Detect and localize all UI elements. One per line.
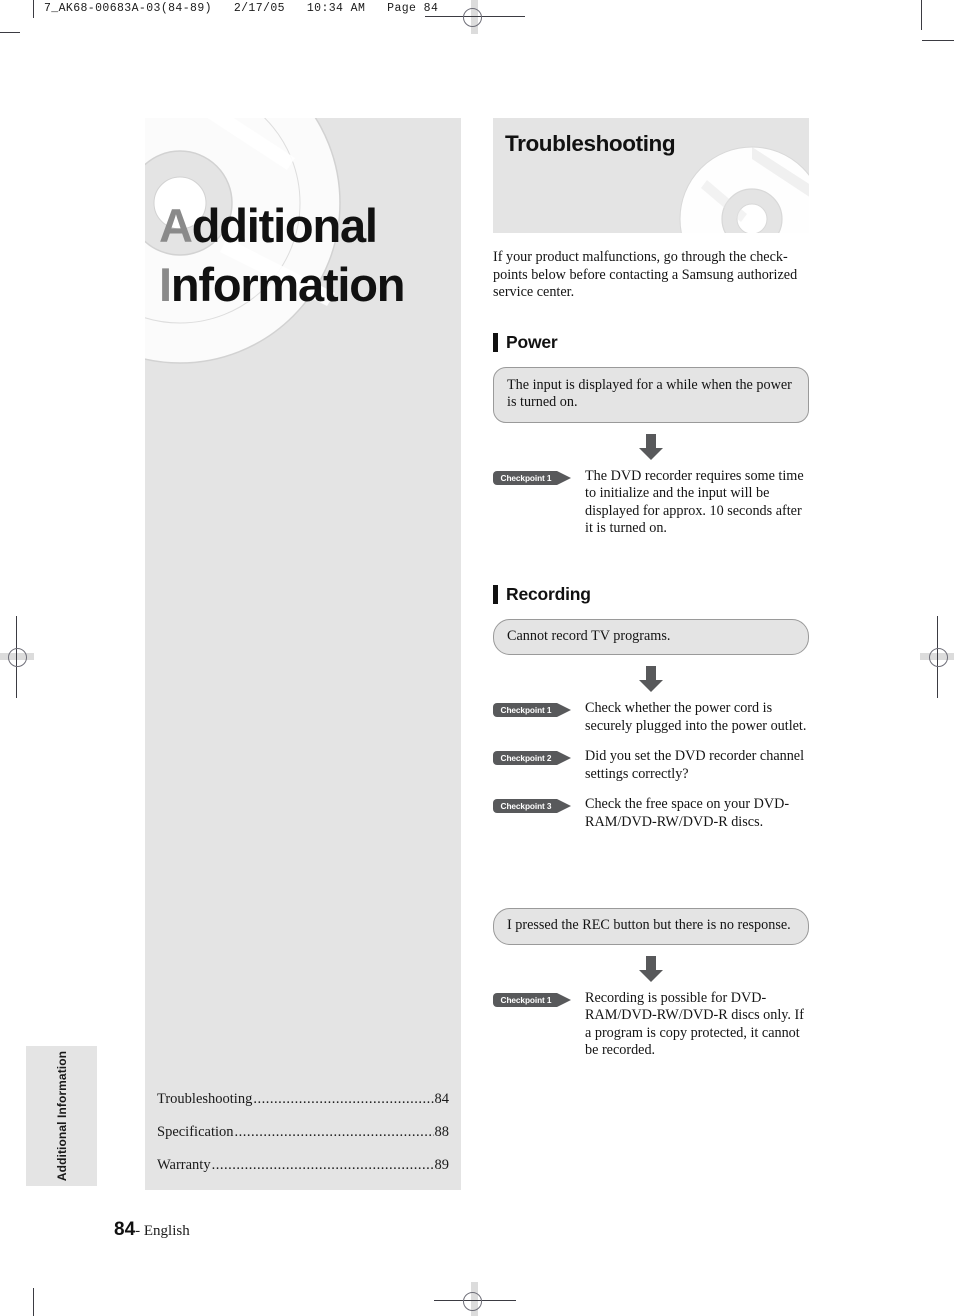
- symptom-box: The input is displayed for a while when …: [493, 366, 809, 423]
- toc-leader-dots: ........................................…: [234, 1124, 434, 1140]
- prepress-file-info: 7_AK68-00683A-03(84-89) 2/17/05 10:34 AM…: [44, 2, 439, 15]
- checkpoint-text: Did you set the DVD recorder channel set…: [585, 748, 805, 782]
- checkpoint-badge: Checkpoint 2: [493, 751, 571, 765]
- dvd-disc-icon: [679, 146, 809, 233]
- checkpoint-text: Recording is possible for DVD-RAM/DVD-RW…: [585, 989, 804, 1059]
- section-banner: Troubleshooting: [493, 118, 809, 233]
- toc-entry-page: 89: [434, 1157, 450, 1173]
- flow-arrow: [493, 655, 809, 700]
- toc-entry-page: 84: [434, 1091, 450, 1107]
- toc-entry-label: Warranty: [157, 1157, 211, 1173]
- chapter-title: Additional Information: [159, 196, 406, 314]
- crop-mark-top-right-vertical: [921, 0, 922, 30]
- chapter-side-tab-label: Additional Information: [54, 1050, 69, 1182]
- toc-entry-page: 88: [434, 1124, 450, 1140]
- chapter-title-initial-1: A: [159, 199, 193, 252]
- checkpoint-row: Checkpoint 3 Check the free space on you…: [493, 796, 809, 831]
- crop-mark-top-right-horizontal: [922, 40, 954, 41]
- toc-leader-dots: ........................................…: [253, 1091, 433, 1107]
- symptom-box: I pressed the REC button but there is no…: [493, 908, 809, 945]
- page-title: Troubleshooting: [505, 131, 676, 156]
- page-language: - English: [135, 1223, 190, 1239]
- checkpoint-text: Check the free space on your DVD-RAM/DVD…: [585, 796, 790, 830]
- arrow-down-icon: [639, 955, 663, 982]
- arrow-down-icon: [639, 433, 663, 460]
- chapter-panel: Additional Information Troubleshooting .…: [145, 118, 461, 1190]
- table-of-contents: Troubleshooting ........................…: [157, 1091, 449, 1174]
- section-heading-recording: Recording: [493, 584, 809, 605]
- heading-accent-bar: [493, 584, 498, 604]
- checkpoint-badge-label: Checkpoint 1: [500, 994, 552, 1005]
- crop-mark-top-left-horizontal: [0, 32, 20, 33]
- chapter-title-initial-2: I: [159, 258, 172, 311]
- crop-mark-top-left-vertical: [33, 0, 34, 18]
- checkpoint-badge-label: Checkpoint 1: [500, 472, 552, 483]
- content-column: Troubleshooting If your product malfunct…: [493, 118, 809, 1060]
- checkpoint-row: Checkpoint 1 Recording is possible for D…: [493, 990, 809, 1060]
- toc-entry[interactable]: Troubleshooting ........................…: [157, 1091, 449, 1108]
- flow-arrow: [493, 423, 809, 468]
- flow-arrow: [493, 945, 809, 990]
- heading-accent-bar: [493, 332, 498, 352]
- arrow-down-icon: [639, 666, 663, 692]
- symptom-box: Cannot record TV programs.: [493, 618, 809, 655]
- chapter-side-tab: Additional Information: [26, 1046, 97, 1186]
- registration-circle-bottom: [463, 1292, 482, 1311]
- toc-entry-label: Specification: [157, 1124, 234, 1140]
- checkpoint-badge-label: Checkpoint 2: [500, 753, 552, 763]
- registration-circle-right: [929, 648, 948, 667]
- page-number: 84: [114, 1219, 136, 1240]
- toc-entry[interactable]: Specification ..........................…: [157, 1124, 449, 1141]
- checkpoint-text: The DVD recorder requires some time to i…: [585, 467, 804, 537]
- toc-leader-dots: ........................................…: [211, 1157, 434, 1173]
- section-heading-label: Recording: [506, 583, 591, 604]
- section-heading-power: Power: [493, 332, 809, 353]
- section-heading-label: Power: [506, 331, 558, 352]
- checkpoint-badge: Checkpoint 1: [493, 703, 571, 717]
- registration-circle-left: [8, 648, 27, 667]
- checkpoint-text: Check whether the power cord is securely…: [585, 700, 807, 734]
- crop-mark-bottom-left-vertical: [33, 1288, 34, 1316]
- checkpoint-row: Checkpoint 1 The DVD recorder requires s…: [493, 468, 809, 538]
- toc-entry-label: Troubleshooting: [157, 1091, 253, 1107]
- checkpoint-badge-label: Checkpoint 3: [500, 801, 552, 811]
- checkpoint-badge-label: Checkpoint 1: [500, 705, 552, 715]
- page-footer: 84- English: [114, 1219, 190, 1241]
- intro-paragraph: If your product malfunctions, go through…: [493, 249, 798, 300]
- checkpoint-badge: Checkpoint 3: [493, 799, 571, 813]
- chapter-title-rest-1: dditional: [191, 199, 378, 252]
- registration-circle-top: [463, 8, 482, 27]
- toc-entry[interactable]: Warranty ...............................…: [157, 1157, 449, 1174]
- chapter-title-rest-2: nformation: [170, 258, 406, 311]
- checkpoint-row: Checkpoint 1 Check whether the power cor…: [493, 700, 809, 735]
- checkpoint-badge: Checkpoint 1: [493, 470, 571, 485]
- checkpoint-badge: Checkpoint 1: [493, 992, 571, 1007]
- checkpoint-row: Checkpoint 2 Did you set the DVD recorde…: [493, 748, 809, 783]
